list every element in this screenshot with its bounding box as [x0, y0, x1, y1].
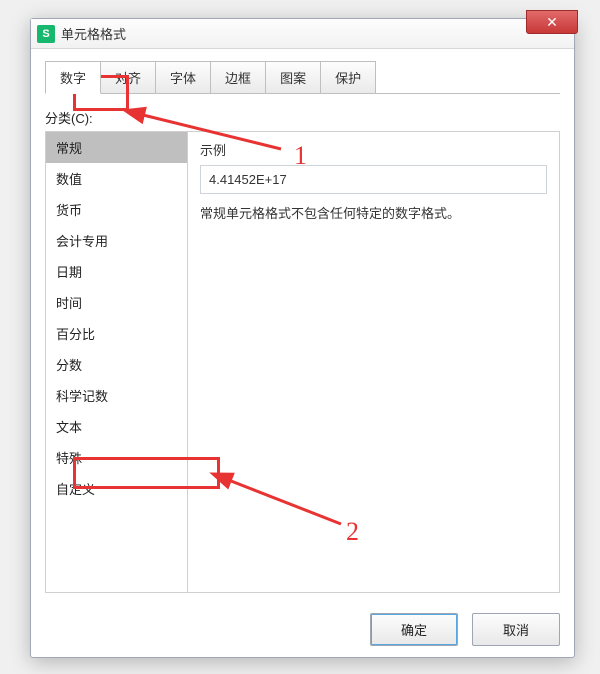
category-item-number[interactable]: 数值: [46, 163, 187, 194]
category-item-general[interactable]: 常规: [46, 132, 187, 163]
category-item-scientific[interactable]: 科学记数: [46, 380, 187, 411]
category-item-date[interactable]: 日期: [46, 256, 187, 287]
category-item-text[interactable]: 文本: [46, 411, 187, 442]
tab-font[interactable]: 字体: [155, 61, 211, 93]
dialog-content: 数字 对齐 字体 边框 图案 保护 分类(C): 常规 数值 货币 会计专用 日…: [31, 49, 574, 603]
main-area: 常规 数值 货币 会计专用 日期 时间 百分比 分数 科学记数 文本 特殊 自定…: [45, 131, 560, 593]
tab-protect[interactable]: 保护: [320, 61, 376, 93]
cancel-button[interactable]: 取消: [472, 613, 560, 646]
close-button[interactable]: ✕: [526, 10, 578, 34]
annotation-number-2: 2: [346, 517, 359, 547]
category-item-accounting[interactable]: 会计专用: [46, 225, 187, 256]
category-item-time[interactable]: 时间: [46, 287, 187, 318]
category-item-custom[interactable]: 自定义: [46, 473, 187, 504]
category-item-currency[interactable]: 货币: [46, 194, 187, 225]
dialog-title: 单元格格式: [61, 24, 126, 43]
category-item-special[interactable]: 特殊: [46, 442, 187, 473]
app-icon: S: [37, 25, 55, 43]
close-icon: ✕: [546, 14, 558, 31]
ok-button[interactable]: 确定: [370, 613, 458, 646]
format-description: 常规单元格格式不包含任何特定的数字格式。: [200, 204, 547, 224]
annotation-number-1: 1: [294, 141, 307, 171]
titlebar: S 单元格格式 ✕: [31, 19, 574, 49]
right-pane: 示例 4.41452E+17 常规单元格格式不包含任何特定的数字格式。: [188, 132, 559, 592]
category-item-fraction[interactable]: 分数: [46, 349, 187, 380]
category-item-percent[interactable]: 百分比: [46, 318, 187, 349]
tab-pattern[interactable]: 图案: [265, 61, 321, 93]
tab-align[interactable]: 对齐: [100, 61, 156, 93]
example-label: 示例: [200, 140, 547, 159]
category-list[interactable]: 常规 数值 货币 会计专用 日期 时间 百分比 分数 科学记数 文本 特殊 自定…: [46, 132, 188, 592]
tab-number[interactable]: 数字: [45, 61, 101, 94]
tab-bar: 数字 对齐 字体 边框 图案 保护: [45, 61, 560, 94]
category-label: 分类(C):: [45, 108, 560, 127]
cell-format-dialog: S 单元格格式 ✕ 数字 对齐 字体 边框 图案 保护 分类(C): 常规 数值…: [30, 18, 575, 658]
tab-border[interactable]: 边框: [210, 61, 266, 93]
example-value: 4.41452E+17: [200, 165, 547, 194]
dialog-footer: 确定 取消: [31, 603, 574, 658]
